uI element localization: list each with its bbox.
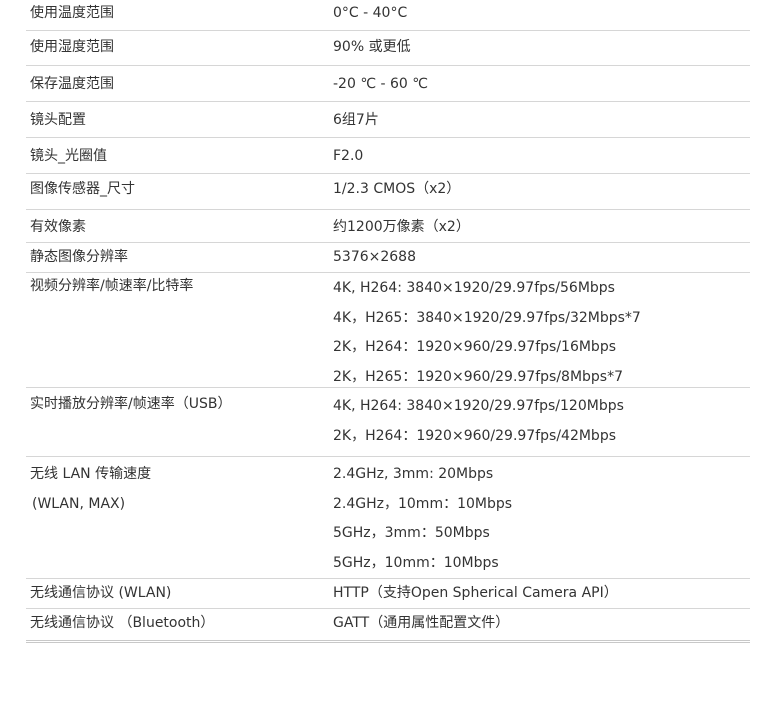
table-row: 视频分辨率/帧速率/比特率 4K, H264: 3840×1920/29.97f… xyxy=(26,273,750,388)
spec-value: 5GHz，3mm：50Mbps xyxy=(333,525,490,541)
spec-value: 约1200万像素（x2） xyxy=(333,219,470,235)
table-row: 图像传感器_尺寸 1/2.3 CMOS（x2） xyxy=(26,174,750,210)
table-row: 保存温度范围 -20 ℃ - 60 ℃ xyxy=(26,66,750,102)
spec-value: 5376×2688 xyxy=(333,249,416,265)
spec-table: 使用温度范围 0°C - 40°C 使用湿度范围 90% 或更低 保存温度范围 … xyxy=(26,0,750,641)
spec-value: 1/2.3 CMOS（x2） xyxy=(333,181,461,197)
spec-value: 0°C - 40°C xyxy=(333,5,408,21)
spec-value: GATT（通用属性配置文件） xyxy=(333,615,510,631)
spec-value: 90% 或更低 xyxy=(333,39,411,55)
spec-label: 保存温度范围 xyxy=(30,76,114,92)
table-row: 使用湿度范围 90% 或更低 xyxy=(26,31,750,66)
spec-label: 无线通信协议 （Bluetooth） xyxy=(30,615,215,631)
table-row: 使用温度范围 0°C - 40°C xyxy=(26,0,750,31)
table-row: 有效像素 约1200万像素（x2） xyxy=(26,210,750,243)
spec-label: 镜头配置 xyxy=(30,112,86,128)
spec-value: 6组7片 xyxy=(333,112,379,128)
spec-value: 2.4GHz, 3mm: 20Mbps xyxy=(333,466,494,482)
table-row: 无线 LAN 传输速度 (WLAN, MAX) 2.4GHz, 3mm: 20M… xyxy=(26,457,750,579)
spec-value: 2K，H264：1920×960/29.97fps/42Mbps xyxy=(333,427,617,444)
table-row: 无线通信协议 (WLAN) HTTP（支持Open Spherical Came… xyxy=(26,579,750,609)
spec-label: 实时播放分辨率/帧速率（USB） xyxy=(30,396,232,412)
table-row: 实时播放分辨率/帧速率（USB） 4K, H264: 3840×1920/29.… xyxy=(26,388,750,457)
spec-label: 静态图像分辨率 xyxy=(30,249,128,265)
spec-value: 2.4GHz，10mm：10Mbps xyxy=(333,495,513,512)
spec-value: 5GHz，10mm：10Mbps xyxy=(333,554,499,571)
spec-label-secondary: (WLAN, MAX) xyxy=(32,496,126,512)
spec-value: 4K, H264: 3840×1920/29.97fps/56Mbps xyxy=(333,280,615,296)
spec-label: 图像传感器_尺寸 xyxy=(30,181,135,197)
spec-label: 镜头_光圈值 xyxy=(30,148,107,164)
table-row: 镜头配置 6组7片 xyxy=(26,102,750,138)
spec-label: 无线 LAN 传输速度 xyxy=(30,466,152,482)
spec-value: F2.0 xyxy=(333,148,364,164)
spec-label: 视频分辨率/帧速率/比特率 xyxy=(30,278,194,294)
table-row: 无线通信协议 （Bluetooth） GATT（通用属性配置文件） xyxy=(26,609,750,641)
spec-label: 有效像素 xyxy=(30,219,86,235)
spec-value: 4K，H265：3840×1920/29.97fps/32Mbps*7 xyxy=(333,309,641,326)
spec-label: 无线通信协议 (WLAN) xyxy=(30,585,172,601)
spec-value: -20 ℃ - 60 ℃ xyxy=(333,76,428,92)
table-bottom-rule xyxy=(26,642,750,643)
table-row: 镜头_光圈值 F2.0 xyxy=(26,138,750,174)
spec-value: HTTP（支持Open Spherical Camera API） xyxy=(333,585,618,601)
table-row: 静态图像分辨率 5376×2688 xyxy=(26,243,750,273)
spec-value: 4K, H264: 3840×1920/29.97fps/120Mbps xyxy=(333,398,624,414)
spec-value: 2K，H264：1920×960/29.97fps/16Mbps xyxy=(333,339,617,355)
spec-label: 使用温度范围 xyxy=(30,5,114,21)
spec-label: 使用湿度范围 xyxy=(30,39,114,55)
